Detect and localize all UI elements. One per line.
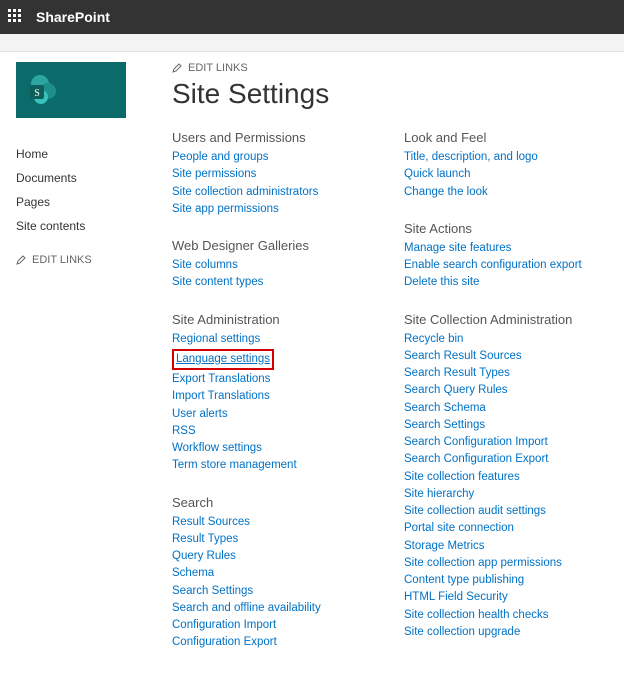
- settings-link[interactable]: Search Configuration Export: [404, 451, 604, 468]
- settings-link[interactable]: Search Settings: [172, 583, 392, 600]
- settings-link[interactable]: Recycle bin: [404, 331, 604, 348]
- settings-category: Search Result SourcesResult TypesQuery Ru…: [172, 495, 392, 652]
- settings-link[interactable]: Site collection administrators: [172, 184, 392, 201]
- category-links: Result SourcesResult TypesQuery RulesSch…: [172, 514, 392, 652]
- edit-links-top[interactable]: EDIT LINKS: [172, 62, 608, 74]
- settings-col-left: Users and PermissionsPeople and groupsSi…: [172, 130, 392, 672]
- settings-link[interactable]: Change the look: [404, 184, 604, 201]
- settings-category: Site Collection Administration Recycle bi…: [404, 312, 604, 642]
- settings-category: Look and Feel Title, description, and log…: [404, 130, 604, 201]
- category-title: Users and Permissions: [172, 130, 392, 145]
- settings-link[interactable]: Title, description, and logo: [404, 149, 604, 166]
- left-column: S HomeDocumentsPagesSite contents EDIT L…: [16, 62, 166, 672]
- settings-link[interactable]: Site collection health checks: [404, 607, 604, 624]
- settings-category: Web Designer Galleries Site columnsSite c…: [172, 238, 392, 292]
- edit-links-top-label: EDIT LINKS: [188, 62, 248, 74]
- category-title: Site Administration: [172, 312, 392, 327]
- settings-link[interactable]: Result Sources: [172, 514, 392, 531]
- settings-link[interactable]: Search Configuration Import: [404, 434, 604, 451]
- category-links: Title, description, and logoQuick launch…: [404, 149, 604, 201]
- settings-link[interactable]: Site collection audit settings: [404, 503, 604, 520]
- highlight-box: Language settings: [172, 349, 274, 370]
- settings-link[interactable]: Search Query Rules: [404, 382, 604, 399]
- settings-link[interactable]: Manage site features: [404, 240, 604, 257]
- settings-link[interactable]: Site hierarchy: [404, 486, 604, 503]
- category-links: Recycle binSearch Result SourcesSearch R…: [404, 331, 604, 642]
- content-area: S HomeDocumentsPagesSite contents EDIT L…: [0, 52, 624, 696]
- settings-link[interactable]: RSS: [172, 423, 392, 440]
- settings-category: Users and PermissionsPeople and groupsSi…: [172, 130, 392, 218]
- settings-link[interactable]: Content type publishing: [404, 572, 604, 589]
- category-links: Regional settings Language settings Export…: [172, 331, 392, 475]
- pencil-icon: [16, 255, 26, 265]
- brand-label: SharePoint: [36, 9, 110, 25]
- category-title: Search: [172, 495, 392, 510]
- nav-item[interactable]: Site contents: [16, 214, 166, 238]
- settings-link[interactable]: User alerts: [172, 406, 392, 423]
- settings-link[interactable]: Query Rules: [172, 548, 392, 565]
- settings-link[interactable]: Configuration Export: [172, 634, 392, 651]
- category-links: Manage site featuresEnable search config…: [404, 240, 604, 292]
- edit-links-label: EDIT LINKS: [32, 254, 92, 266]
- suite-bar: SharePoint: [0, 0, 624, 34]
- settings-link[interactable]: Site content types: [172, 274, 392, 291]
- settings-link[interactable]: Storage Metrics: [404, 538, 604, 555]
- settings-link[interactable]: Schema: [172, 565, 392, 582]
- settings-link[interactable]: HTML Field Security: [404, 589, 604, 606]
- settings-link[interactable]: Language settings: [176, 351, 270, 368]
- settings-link[interactable]: Search Settings: [404, 417, 604, 434]
- settings-link[interactable]: Workflow settings: [172, 440, 392, 457]
- settings-link[interactable]: People and groups: [172, 149, 392, 166]
- settings-link[interactable]: Site collection upgrade: [404, 624, 604, 641]
- settings-col-right: Look and Feel Title, description, and log…: [404, 130, 604, 672]
- settings-link[interactable]: Term store management: [172, 457, 392, 474]
- settings-link[interactable]: Export Translations: [172, 371, 392, 388]
- settings-link[interactable]: Search Schema: [404, 400, 604, 417]
- category-title: Site Actions: [404, 221, 604, 236]
- settings-link[interactable]: Enable search configuration export: [404, 257, 604, 274]
- settings-link[interactable]: Portal site connection: [404, 520, 604, 537]
- page-title: Site Settings: [172, 78, 608, 110]
- settings-link[interactable]: Regional settings: [172, 331, 392, 348]
- category-title: Look and Feel: [404, 130, 604, 145]
- main-column: EDIT LINKS Site Settings Users and Permi…: [166, 62, 608, 672]
- category-title: Web Designer Galleries: [172, 238, 392, 253]
- edit-links-nav[interactable]: EDIT LINKS: [16, 254, 166, 266]
- settings-link[interactable]: Import Translations: [172, 388, 392, 405]
- settings-category: Site Administration Regional settings Lang…: [172, 312, 392, 475]
- settings-link[interactable]: Site permissions: [172, 166, 392, 183]
- settings-link[interactable]: Configuration Import: [172, 617, 392, 634]
- nav-item[interactable]: Home: [16, 142, 166, 166]
- app-launcher-icon[interactable]: [8, 9, 24, 25]
- category-links: People and groupsSite permissionsSite co…: [172, 149, 392, 218]
- settings-link[interactable]: Search Result Types: [404, 365, 604, 382]
- settings-link[interactable]: Result Types: [172, 531, 392, 548]
- nav-item[interactable]: Documents: [16, 166, 166, 190]
- settings-link[interactable]: Delete this site: [404, 274, 604, 291]
- settings-link[interactable]: Search and offline availability: [172, 600, 392, 617]
- settings-link[interactable]: Site collection features: [404, 469, 604, 486]
- settings-link[interactable]: Quick launch: [404, 166, 604, 183]
- settings-link[interactable]: Site columns: [172, 257, 392, 274]
- ribbon-placeholder: [0, 34, 624, 52]
- category-links: Site columnsSite content types: [172, 257, 392, 292]
- nav-item[interactable]: Pages: [16, 190, 166, 214]
- pencil-icon: [172, 63, 182, 73]
- settings-link[interactable]: Site collection app permissions: [404, 555, 604, 572]
- sharepoint-site-icon: S: [26, 73, 60, 107]
- svg-text:S: S: [34, 88, 40, 99]
- settings-category: Site Actions Manage site featuresEnable s…: [404, 221, 604, 292]
- quick-launch-nav: HomeDocumentsPagesSite contents: [16, 142, 166, 238]
- settings-link[interactable]: Search Result Sources: [404, 348, 604, 365]
- site-logo[interactable]: S: [16, 62, 126, 118]
- settings-columns: Users and PermissionsPeople and groupsSi…: [172, 130, 608, 672]
- category-title: Site Collection Administration: [404, 312, 604, 327]
- settings-link[interactable]: Site app permissions: [172, 201, 392, 218]
